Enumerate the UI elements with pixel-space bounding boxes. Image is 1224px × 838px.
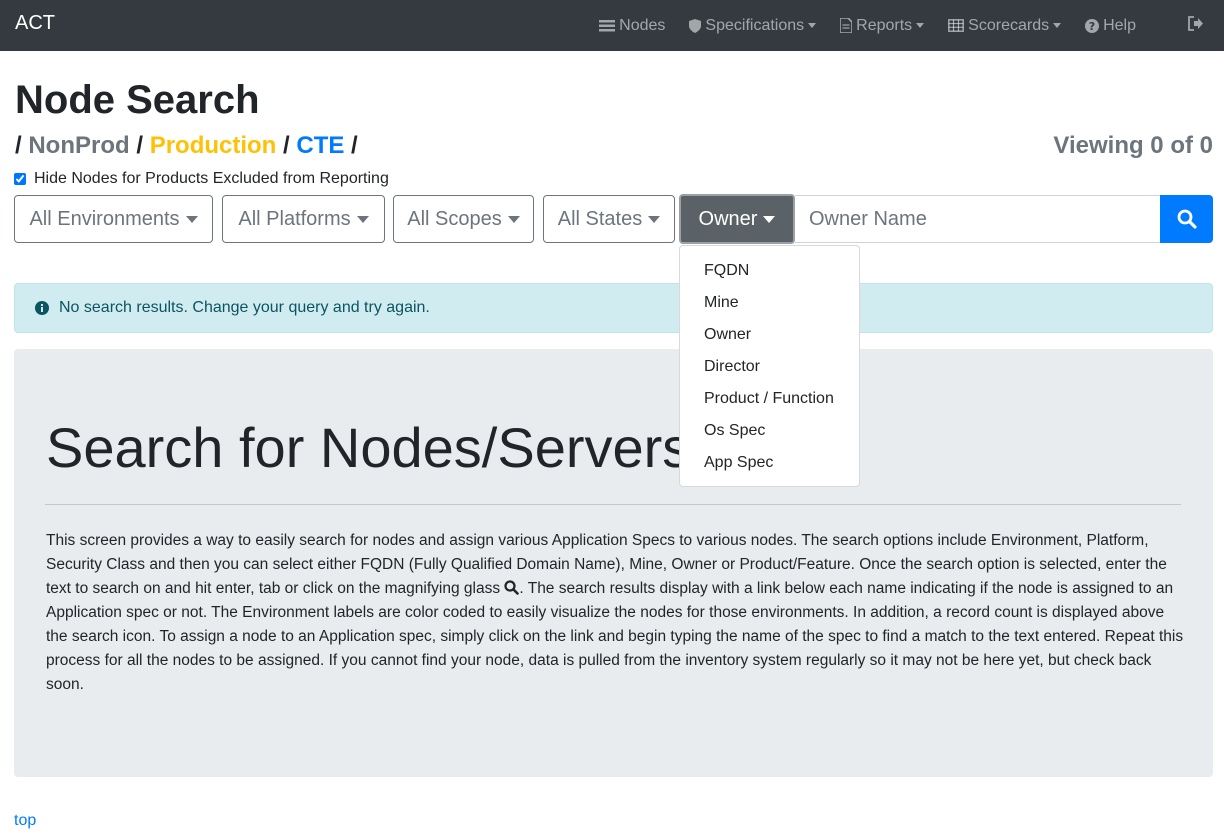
nav-item-reports-label: Reports: [856, 16, 913, 34]
chevron-down-icon: [1053, 23, 1062, 28]
menu-item-mine[interactable]: Mine: [680, 287, 859, 319]
shield-icon: [689, 18, 702, 33]
search-button[interactable]: [1160, 195, 1213, 243]
info-panel-title: Search for Nodes/Servers: [46, 416, 691, 479]
breadcrumb-separator: /: [136, 132, 144, 159]
no-results-alert: No search results. Change your query and…: [14, 283, 1213, 333]
states-dropdown-label: All States: [557, 207, 643, 230]
environments-dropdown-label: All Environments: [29, 207, 180, 230]
chevron-down-icon: [763, 215, 776, 223]
nav-item-reports[interactable]: Reports: [840, 16, 925, 35]
top-navbar: ACT Nodes Specifications Reports Scoreca…: [0, 0, 1224, 51]
info-panel-text: This screen provides a way to easily sea…: [46, 529, 1186, 697]
menu-item-app-spec[interactable]: App Spec: [680, 447, 859, 479]
brand-logo[interactable]: ACT: [15, 12, 55, 35]
search-type-menu: FQDN Mine Owner Director Product / Funct…: [679, 245, 860, 487]
menu-item-owner[interactable]: Owner: [680, 319, 859, 351]
nav-item-help-label: Help: [1103, 16, 1136, 34]
platforms-dropdown-label: All Platforms: [238, 207, 351, 230]
nav-item-specifications[interactable]: Specifications: [689, 16, 817, 35]
breadcrumb-production[interactable]: Production: [150, 132, 277, 159]
table-icon: [948, 19, 965, 32]
hide-excluded-row: Hide Nodes for Products Excluded from Re…: [14, 170, 389, 188]
nav-item-help[interactable]: ? Help: [1085, 17, 1136, 35]
breadcrumb-separator: /: [351, 132, 358, 159]
scopes-dropdown-label: All Scopes: [407, 207, 502, 230]
hide-excluded-checkbox[interactable]: [14, 173, 26, 185]
nav-item-scorecards-label: Scorecards: [968, 16, 1050, 34]
nav-menu: Nodes Specifications Reports Scorecards …: [575, 0, 1136, 51]
info-panel: Search for Nodes/Servers This screen pro…: [14, 349, 1213, 777]
alert-text: No search results. Change your query and…: [59, 299, 430, 316]
menu-item-director[interactable]: Director: [680, 351, 859, 383]
breadcrumb-separator: /: [15, 132, 22, 159]
svg-text:?: ?: [1089, 20, 1095, 33]
search-icon: [1177, 209, 1197, 229]
states-dropdown[interactable]: All States: [543, 195, 675, 243]
back-to-top-link[interactable]: top: [14, 812, 36, 830]
breadcrumb: / NonProd / Production / CTE /: [15, 132, 358, 160]
list-icon: [599, 19, 616, 31]
menu-item-os-spec[interactable]: Os Spec: [680, 415, 859, 447]
environments-dropdown[interactable]: All Environments: [14, 195, 213, 243]
search-icon: [504, 580, 520, 595]
menu-item-fqdn[interactable]: FQDN: [680, 255, 859, 287]
nav-item-specifications-label: Specifications: [705, 16, 805, 34]
nav-item-nodes-label: Nodes: [619, 16, 666, 34]
chevron-down-icon: [648, 215, 661, 223]
chevron-down-icon: [185, 215, 198, 223]
chevron-down-icon: [808, 23, 817, 28]
question-icon: ?: [1085, 18, 1100, 33]
scopes-dropdown[interactable]: All Scopes: [393, 195, 534, 243]
file-icon: [840, 18, 853, 33]
nav-item-nodes[interactable]: Nodes: [599, 17, 665, 35]
platforms-dropdown[interactable]: All Platforms: [222, 195, 385, 243]
page-title: Node Search: [15, 78, 260, 122]
chevron-down-icon: [507, 215, 520, 223]
breadcrumb-separator: /: [283, 132, 290, 159]
hide-excluded-label: Hide Nodes for Products Excluded from Re…: [34, 170, 389, 187]
info-icon: [35, 301, 49, 315]
chevron-down-icon: [356, 215, 369, 223]
breadcrumb-nonprod[interactable]: NonProd: [28, 132, 129, 159]
search-type-label: Owner: [698, 207, 758, 230]
sign-out-icon[interactable]: [1188, 16, 1204, 36]
record-count: Viewing 0 of 0: [1053, 132, 1213, 159]
search-type-dropdown[interactable]: Owner: [679, 194, 795, 244]
breadcrumb-cte[interactable]: CTE: [296, 132, 344, 159]
menu-item-product-function[interactable]: Product / Function: [680, 383, 859, 415]
owner-name-input[interactable]: [795, 195, 1161, 243]
divider: [45, 504, 1181, 505]
nav-item-scorecards[interactable]: Scorecards: [948, 16, 1062, 35]
chevron-down-icon: [916, 23, 925, 28]
